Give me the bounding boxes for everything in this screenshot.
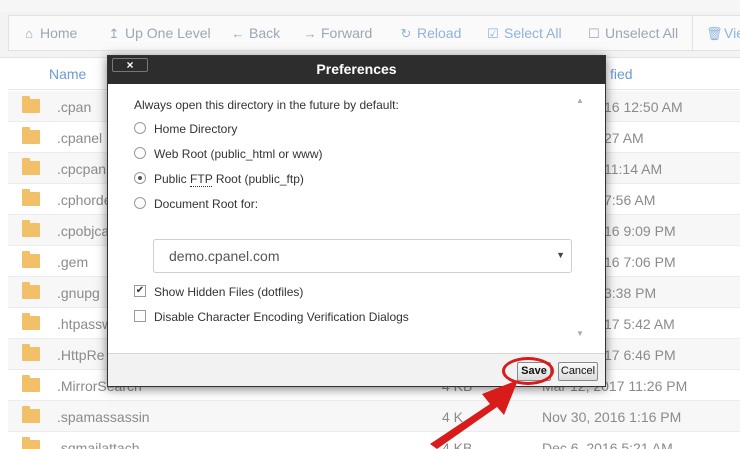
folder-icon [22, 158, 40, 175]
table-row[interactable]: .spamassassin 4 K Nov 30, 2016 1:16 PM [8, 401, 740, 432]
preferences-dialog: Preferences × Always open this directory… [107, 55, 606, 387]
folder-icon [22, 313, 40, 330]
label-disable-encoding-dialogs[interactable]: Disable Character Encoding Verification … [154, 310, 409, 324]
close-button[interactable]: × [112, 58, 148, 72]
file-modified-date: 7:56 AM [604, 192, 656, 208]
file-name[interactable]: .cpcpan [57, 161, 106, 177]
trash-icon: 🗑 [706, 26, 723, 41]
folder-icon [22, 220, 40, 237]
cancel-button[interactable]: Cancel [558, 362, 598, 381]
checkbox-disable-encoding-dialogs[interactable] [134, 310, 146, 322]
pointer-arrow-icon [430, 380, 518, 449]
file-modified-date: Dec 6, 2016 5:21 AM [542, 440, 673, 449]
file-name[interactable]: .gnupg [57, 285, 100, 301]
reload-button[interactable]: ↻ Reload [399, 15, 462, 51]
file-name[interactable]: .sqmailattach [57, 440, 139, 449]
forward-button[interactable]: → Forward [303, 15, 373, 51]
folder-icon [22, 189, 40, 206]
dialog-title-bar: Preferences × [108, 56, 605, 84]
check-square-icon: ☑ [487, 26, 499, 41]
back-button[interactable]: ← Back [231, 15, 281, 51]
file-name[interactable]: .cpan [57, 99, 91, 115]
radio-document-root[interactable] [134, 197, 146, 209]
file-name[interactable]: .cphorde [57, 192, 111, 208]
folder-icon [22, 251, 40, 268]
dialog-body: Always open this directory in the future… [108, 84, 605, 354]
checkbox-show-hidden-files[interactable]: ✔ [134, 285, 146, 297]
default-directory-intro: Always open this directory in the future… [134, 98, 399, 112]
level-up-icon: ↥ [108, 26, 120, 41]
folder-icon [22, 406, 40, 423]
label-show-hidden-files[interactable]: Show Hidden Files (dotfiles) [154, 285, 303, 299]
file-name[interactable]: .spamassassin [57, 409, 150, 425]
up-one-level-button[interactable]: ↥ Up One Level [107, 15, 211, 51]
radio-web-root[interactable] [134, 147, 146, 159]
file-name[interactable]: .cpobjca [57, 223, 109, 239]
toolbar-divider [692, 15, 693, 51]
unselect-all-button[interactable]: ☐ Unselect All [587, 15, 678, 51]
table-row[interactable]: .sqmailattach 4 KB Dec 6, 2016 5:21 AM [8, 432, 740, 449]
folder-icon [22, 96, 40, 113]
scroll-up-icon[interactable]: ▲ [573, 96, 587, 106]
folder-icon [22, 127, 40, 144]
file-name[interactable]: .HttpRe [57, 347, 104, 363]
arrow-right-icon: → [303, 26, 317, 41]
view-button[interactable]: 🗑Vie [706, 15, 740, 51]
radio-public-ftp-root[interactable] [134, 172, 146, 184]
label-public-ftp-root[interactable]: Public FTP Root (public_ftp) [154, 172, 304, 187]
reload-icon: ↻ [400, 26, 412, 41]
label-web-root[interactable]: Web Root (public_html or www) [154, 147, 323, 161]
file-name[interactable]: .cpanel [57, 130, 102, 146]
column-name-header[interactable]: Name [49, 66, 86, 82]
folder-icon [22, 375, 40, 392]
file-modified-date: 3:38 PM [604, 285, 657, 301]
home-icon: ⌂ [25, 26, 33, 41]
dialog-scrollbar[interactable]: ▲ ▼ [573, 96, 587, 339]
file-modified-date: Nov 30, 2016 1:16 PM [542, 409, 682, 425]
file-modified-date: 27 AM [604, 130, 644, 146]
label-document-root[interactable]: Document Root for: [154, 197, 258, 211]
file-name[interactable]: .gem [57, 254, 88, 270]
radio-home-directory[interactable] [134, 122, 146, 134]
select-all-button[interactable]: ☑ Select All [486, 15, 561, 51]
close-icon: × [126, 58, 134, 72]
folder-icon [22, 282, 40, 299]
file-modified-date: 17 5:42 AM [604, 316, 675, 332]
ftp-abbreviation: FTP [190, 172, 213, 187]
domain-select-value: demo.cpanel.com [169, 248, 280, 264]
column-modified-header[interactable]: fied [610, 66, 633, 82]
file-modified-date: 16 9:09 PM [604, 223, 676, 239]
label-home-directory[interactable]: Home Directory [154, 122, 237, 136]
dialog-title: Preferences [316, 61, 397, 77]
file-modified-date: 11:14 AM [604, 161, 663, 177]
square-icon: ☐ [588, 26, 600, 41]
file-modified-date: 16 12:50 AM [604, 99, 683, 115]
scroll-down-icon[interactable]: ▼ [573, 329, 587, 339]
file-name[interactable]: .htpassw [57, 316, 112, 332]
chevron-down-icon: ▼ [556, 250, 565, 260]
home-button[interactable]: ⌂ Home [22, 15, 77, 51]
file-modified-date: 16 7:06 PM [604, 254, 676, 270]
folder-icon [22, 344, 40, 361]
domain-select[interactable]: demo.cpanel.com ▼ [153, 239, 572, 273]
folder-icon [22, 437, 40, 449]
file-modified-date: 17 6:46 PM [604, 347, 676, 363]
toolbar-top-strip [0, 0, 740, 12]
arrow-left-icon: ← [231, 26, 245, 41]
